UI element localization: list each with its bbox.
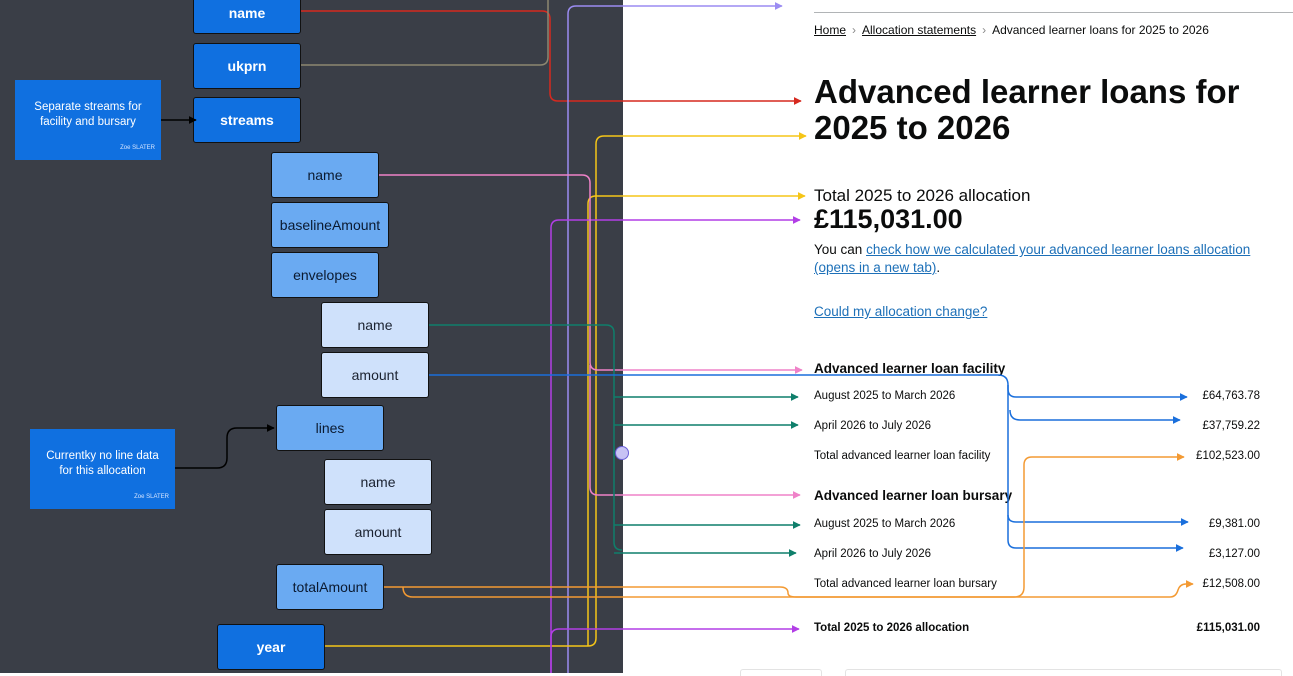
- wire-total-amount-main[interactable]: [384, 580, 1194, 598]
- wire-total-amount-facility[interactable]: [402, 453, 1185, 598]
- wire-stream-name-bursary[interactable]: [589, 365, 801, 499]
- wire-year-to-title[interactable]: [325, 132, 807, 647]
- wire-amount-apr-facility[interactable]: [1009, 409, 1181, 424]
- wire-envelope-name-trunk[interactable]: [429, 324, 623, 551]
- wire-name-to-title[interactable]: [301, 10, 802, 105]
- wire-junction-handle[interactable]: [615, 446, 629, 460]
- wire-top-link[interactable]: [567, 2, 783, 673]
- wire-year-to-total-label[interactable]: [587, 192, 806, 646]
- wire-stream-name-facility[interactable]: [379, 174, 803, 374]
- mapping-diagram: name ukprn streams name baselineAmount e…: [0, 0, 1293, 676]
- wire-amount-aug-facility[interactable]: [1007, 385, 1188, 401]
- wire-amount-aug-bursary[interactable]: [1007, 514, 1189, 526]
- wire-envelope-amount-trunk[interactable]: [429, 374, 1017, 549]
- wire-ukprn[interactable]: [301, 0, 549, 66]
- wire-note-to-lines[interactable]: [175, 424, 275, 469]
- connector-lines: [161, 0, 1194, 673]
